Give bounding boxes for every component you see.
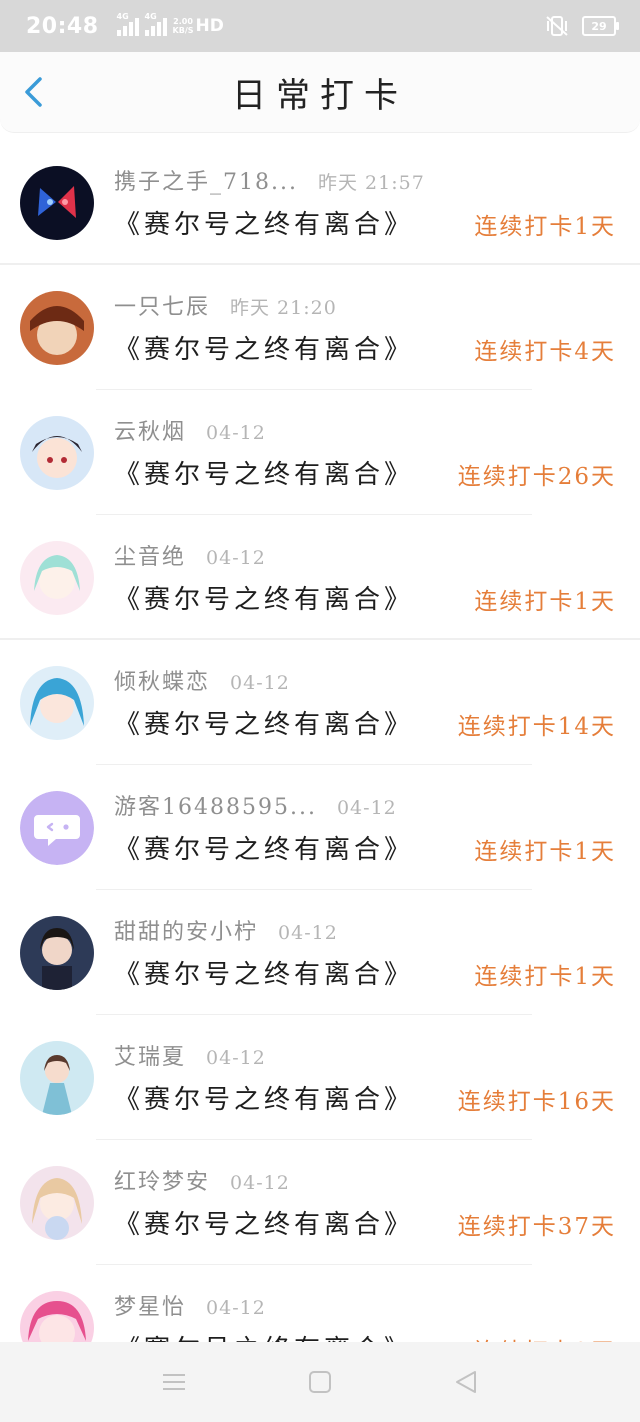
entry-meta: 梦星怡 04-12	[114, 1289, 266, 1321]
avatar[interactable]	[20, 916, 94, 990]
streak-label: 连续打卡4天	[474, 339, 616, 365]
battery-icon: 29	[582, 16, 619, 36]
avatar[interactable]	[20, 416, 94, 490]
user-name[interactable]: 尘音绝	[114, 539, 186, 571]
checkin-time: 04-12	[278, 922, 338, 944]
net-speed-value: 2.00	[173, 17, 193, 26]
net-type-1: 4G	[116, 12, 129, 21]
back-triangle-icon[interactable]	[453, 1369, 479, 1395]
avatar[interactable]	[20, 1041, 94, 1115]
book-title: 《赛尔号之终有离合》	[114, 1085, 415, 1115]
hd-indicator: HD	[195, 16, 224, 36]
list-item[interactable]: 红玲梦安 04-12 《赛尔号之终有离合》 连续打卡37天	[0, 1140, 640, 1265]
streak-label: 连续打卡1天	[474, 839, 616, 865]
entry-meta: 艾瑞夏 04-12	[114, 1039, 266, 1071]
page-title: 日常打卡	[232, 75, 408, 116]
avatar[interactable]	[20, 666, 94, 740]
list-item[interactable]: 携子之手_718... 昨天 21:57 《赛尔号之终有离合》 连续打卡1天	[0, 140, 640, 265]
checkin-time: 昨天 21:57	[317, 172, 425, 194]
entry-meta: 携子之手_718... 昨天 21:57	[114, 164, 425, 196]
avatar[interactable]	[20, 541, 94, 615]
streak-label: 连续打卡37天	[457, 1214, 616, 1240]
book-title: 《赛尔号之终有离合》	[114, 960, 415, 990]
user-name[interactable]: 游客16488595...	[114, 789, 317, 821]
book-title: 《赛尔号之终有离合》	[114, 835, 415, 865]
streak-label: 连续打卡26天	[457, 464, 616, 490]
book-title: 《赛尔号之终有离合》	[114, 335, 415, 365]
streak-label: 连续打卡1天	[474, 214, 616, 240]
user-name[interactable]: 携子之手_718...	[114, 164, 298, 196]
list-item[interactable]: 一只七辰 昨天 21:20 《赛尔号之终有离合》 连续打卡4天	[0, 265, 640, 390]
streak-label: 连续打卡1天	[474, 964, 616, 990]
book-title: 《赛尔号之终有离合》	[114, 460, 415, 490]
status-time: 20:48	[26, 13, 99, 39]
checkin-time: 04-12	[206, 1047, 266, 1069]
streak-label: 连续打卡1天	[474, 589, 616, 615]
user-name[interactable]: 艾瑞夏	[114, 1039, 186, 1071]
menu-icon[interactable]	[161, 1369, 187, 1395]
checkin-time: 昨天 21:20	[230, 297, 337, 319]
signal-2-icon: 4G	[144, 12, 167, 36]
entry-meta: 红玲梦安 04-12	[114, 1164, 290, 1196]
checkin-time: 04-12	[230, 1172, 290, 1194]
book-title: 《赛尔号之终有离合》	[114, 585, 415, 615]
streak-label: 连续打卡14天	[457, 714, 616, 740]
entry-meta: 云秋烟 04-12	[114, 414, 266, 446]
signal-1-icon: 4G	[116, 12, 139, 36]
list-item[interactable]: 甜甜的安小柠 04-12 《赛尔号之终有离合》 连续打卡1天	[0, 890, 640, 1015]
checkin-time: 04-12	[206, 1297, 266, 1319]
battery-level: 29	[591, 19, 607, 33]
book-title: 《赛尔号之终有离合》	[114, 1210, 415, 1240]
user-name[interactable]: 云秋烟	[114, 414, 186, 446]
vibrate-mute-icon	[546, 16, 568, 36]
checkin-time: 04-12	[336, 797, 397, 819]
user-name[interactable]: 甜甜的安小柠	[114, 914, 258, 946]
entry-meta: 一只七辰 昨天 21:20	[114, 289, 337, 321]
page-header: 日常打卡	[0, 52, 640, 133]
entry-meta: 游客16488595... 04-12	[114, 789, 397, 821]
user-name[interactable]: 一只七辰	[114, 289, 210, 321]
status-bar: 20:48 4G 4G 2.00 KB/S HD 29	[0, 0, 640, 52]
system-nav-bar	[0, 1342, 640, 1422]
entry-meta: 尘音绝 04-12	[114, 539, 266, 571]
checkin-time: 04-12	[206, 422, 266, 444]
avatar[interactable]	[20, 166, 94, 240]
avatar[interactable]	[20, 791, 94, 865]
list-item[interactable]: 尘音绝 04-12 《赛尔号之终有离合》 连续打卡1天	[0, 515, 640, 640]
book-title: 《赛尔号之终有离合》	[114, 710, 415, 740]
checkin-time: 04-12	[230, 672, 290, 694]
book-title: 《赛尔号之终有离合》	[114, 210, 415, 240]
list-item[interactable]: 云秋烟 04-12 《赛尔号之终有离合》 连续打卡26天	[0, 390, 640, 515]
user-name[interactable]: 梦星怡	[114, 1289, 186, 1321]
user-name[interactable]: 红玲梦安	[114, 1164, 210, 1196]
chevron-left-icon[interactable]	[20, 76, 50, 108]
home-square-icon[interactable]	[307, 1369, 333, 1395]
signal-indicators: 4G 4G	[116, 12, 167, 36]
list-item[interactable]: 倾秋蝶恋 04-12 《赛尔号之终有离合》 连续打卡14天	[0, 640, 640, 765]
checkin-time: 04-12	[206, 547, 266, 569]
avatar[interactable]	[20, 291, 94, 365]
user-name[interactable]: 倾秋蝶恋	[114, 664, 210, 696]
net-speed: 2.00 KB/S	[173, 17, 194, 35]
streak-label: 连续打卡16天	[457, 1089, 616, 1115]
net-speed-unit: KB/S	[172, 26, 194, 35]
list-item[interactable]: 游客16488595... 04-12 《赛尔号之终有离合》 连续打卡1天	[0, 765, 640, 890]
avatar[interactable]	[20, 1166, 94, 1240]
checkin-list: 携子之手_718... 昨天 21:57 《赛尔号之终有离合》 连续打卡1天 一…	[0, 140, 640, 1390]
status-right: 29	[544, 15, 619, 37]
entry-meta: 甜甜的安小柠 04-12	[114, 914, 338, 946]
entry-meta: 倾秋蝶恋 04-12	[114, 664, 290, 696]
net-type-2: 4G	[144, 12, 157, 21]
list-item[interactable]: 艾瑞夏 04-12 《赛尔号之终有离合》 连续打卡16天	[0, 1015, 640, 1140]
